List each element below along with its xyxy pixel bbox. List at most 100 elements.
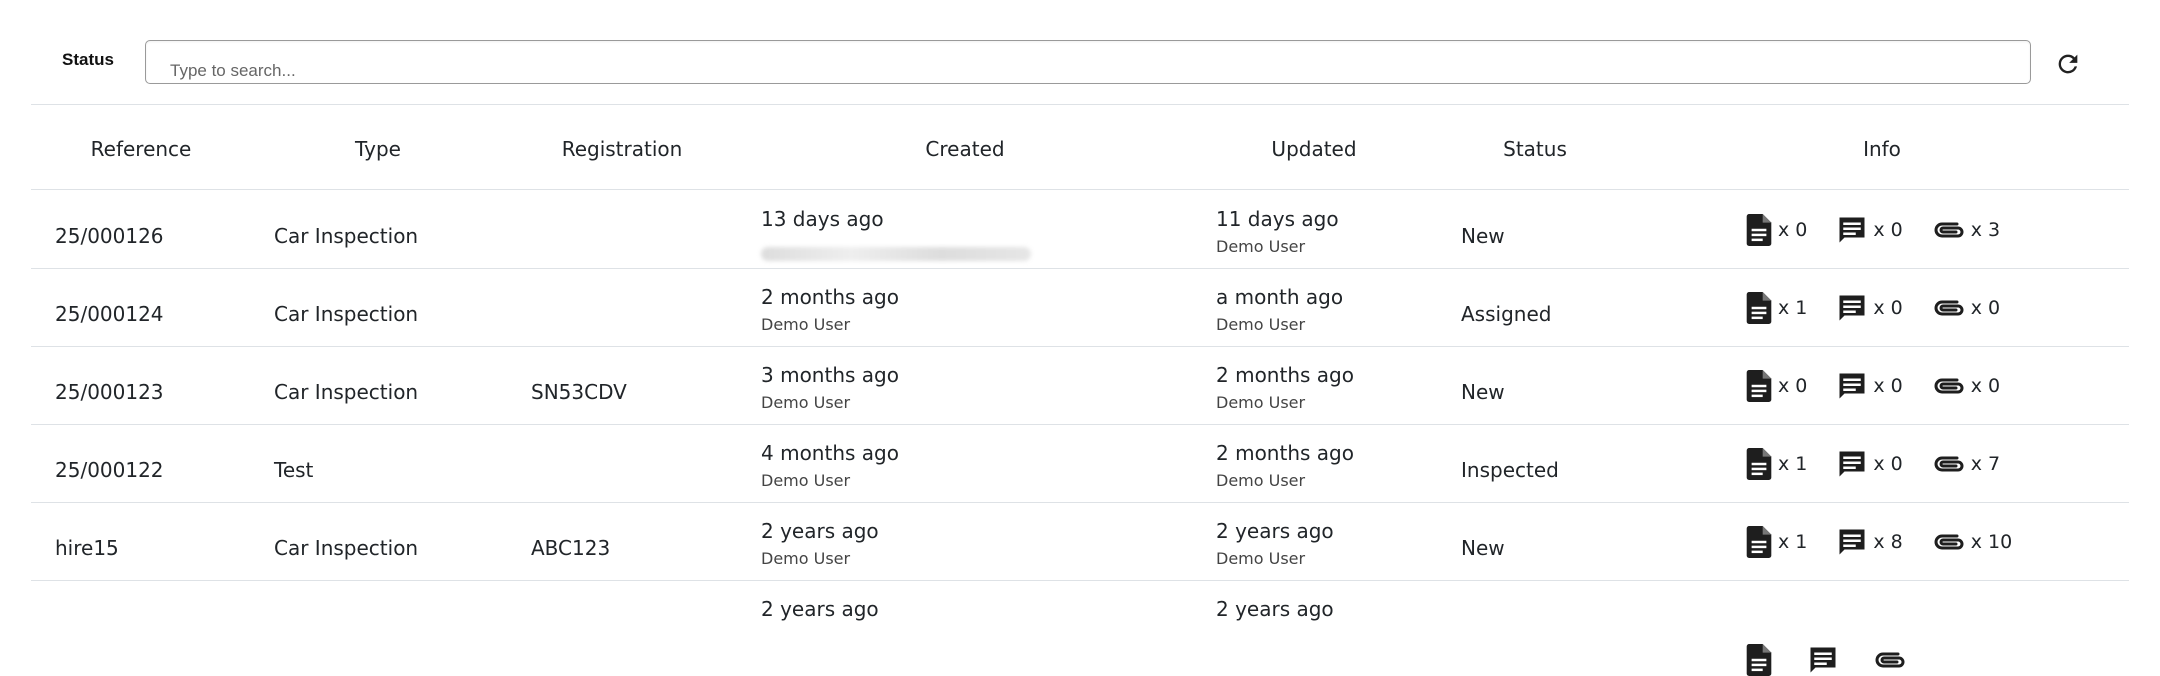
table-row[interactable]: 25/000123 Car Inspection SN53CDV 3 month…	[31, 346, 2129, 424]
comments-count[interactable]: x 0	[1837, 371, 1903, 401]
col-registration[interactable]: Registration	[562, 137, 683, 161]
attachments-count[interactable]: x 10	[1933, 531, 2012, 553]
comments-count[interactable]	[1808, 645, 1844, 675]
col-reference[interactable]: Reference	[91, 137, 192, 161]
attachments-count-label: x 3	[1970, 219, 2001, 241]
info-cell: x 0 x 0 x 3	[1746, 214, 2030, 246]
updated-cell: 2 months ago Demo User	[1216, 441, 1354, 490]
status-cell: Inspected	[1461, 458, 1559, 482]
created-by	[761, 237, 1031, 265]
document-icon	[1746, 644, 1772, 676]
attachments-count[interactable]: x 0	[1933, 375, 2000, 397]
paperclip-icon	[1933, 219, 1965, 241]
type-cell: Car Inspection	[274, 302, 419, 326]
reference-cell: hire15	[55, 536, 119, 560]
updated-cell: 11 days ago Demo User	[1216, 207, 1339, 256]
comments-count[interactable]: x 0	[1837, 449, 1903, 479]
attachments-count[interactable]	[1874, 649, 1912, 671]
updated-by: Demo User	[1216, 237, 1306, 256]
docs-count-label: x 0	[1778, 219, 1808, 241]
created-by: Demo User	[761, 549, 851, 568]
status-filter-label: Status	[62, 50, 114, 69]
updated-cell: 2 years ago	[1216, 597, 1334, 627]
table-row[interactable]: 25/000126 Car Inspection 13 days ago 11 …	[31, 190, 2129, 268]
comments-count[interactable]: x 0	[1837, 215, 1903, 245]
document-icon	[1746, 292, 1772, 324]
created-by: Demo User	[761, 393, 851, 412]
refresh-button[interactable]	[2052, 48, 2084, 80]
updated-time: 2 months ago	[1216, 363, 1354, 387]
comments-count-label: x 0	[1873, 375, 1903, 397]
comments-count-label: x 0	[1873, 453, 1903, 475]
updated-cell: 2 months ago Demo User	[1216, 363, 1354, 412]
col-status[interactable]: Status	[1503, 137, 1567, 161]
table-row[interactable]: 25/000122 Test 4 months ago Demo User 2 …	[31, 424, 2129, 502]
docs-count-label: x 1	[1778, 531, 1808, 553]
document-icon	[1746, 448, 1772, 480]
docs-count[interactable]: x 1	[1746, 526, 1807, 558]
reference-cell: 25/000124	[55, 302, 164, 326]
table-row[interactable]: hire15 Car Inspection ABC123 2 years ago…	[31, 502, 2129, 580]
updated-time: 11 days ago	[1216, 207, 1339, 231]
created-by: Demo User	[761, 471, 851, 490]
col-type[interactable]: Type	[355, 137, 401, 161]
created-cell: 13 days ago	[761, 207, 1031, 265]
status-cell: Assigned	[1461, 302, 1552, 326]
attachments-count-label: x 10	[1970, 531, 2013, 553]
updated-time: a month ago	[1216, 285, 1344, 309]
refresh-icon	[2054, 50, 2082, 78]
comment-icon	[1837, 527, 1867, 557]
inspections-panel: Status Reference Type Registration Creat…	[0, 0, 2160, 676]
status-cell: New	[1461, 380, 1505, 404]
comments-count-label: x 8	[1873, 531, 1903, 553]
created-time: 3 months ago	[761, 363, 899, 387]
attachments-count[interactable]: x 0	[1933, 297, 2000, 319]
filter-divider	[31, 104, 2129, 105]
docs-count[interactable]: x 0	[1746, 214, 1807, 246]
comment-icon	[1837, 293, 1867, 323]
created-time: 2 months ago	[761, 285, 899, 309]
docs-count[interactable]	[1746, 644, 1778, 676]
docs-count[interactable]: x 0	[1746, 370, 1807, 402]
type-cell: Car Inspection	[274, 536, 419, 560]
table-row[interactable]: 2 years ago 2 years ago	[31, 580, 2129, 676]
updated-by: Demo User	[1216, 549, 1306, 568]
created-cell: 4 months ago Demo User	[761, 441, 899, 490]
document-icon	[1746, 526, 1772, 558]
status-cell: New	[1461, 224, 1505, 248]
comment-icon	[1837, 371, 1867, 401]
paperclip-icon	[1933, 297, 1965, 319]
registration-cell: SN53CDV	[531, 380, 627, 404]
col-created[interactable]: Created	[925, 137, 1004, 161]
updated-by: Demo User	[1216, 393, 1306, 412]
created-time: 2 years ago	[761, 519, 879, 543]
attachments-count[interactable]: x 7	[1933, 453, 2000, 475]
comments-count-label: x 0	[1873, 297, 1903, 319]
table-row[interactable]: 25/000124 Car Inspection 2 months ago De…	[31, 268, 2129, 346]
info-cell: x 1 x 8 x 10	[1746, 526, 2042, 558]
comments-count-label: x 0	[1873, 219, 1903, 241]
updated-time: 2 years ago	[1216, 597, 1334, 621]
reference-cell: 25/000123	[55, 380, 164, 404]
col-updated[interactable]: Updated	[1271, 137, 1356, 161]
attachments-count[interactable]: x 3	[1933, 219, 2000, 241]
type-cell: Car Inspection	[274, 224, 419, 248]
created-cell: 2 years ago Demo User	[761, 519, 879, 568]
updated-cell: 2 years ago Demo User	[1216, 519, 1334, 568]
docs-count[interactable]: x 1	[1746, 448, 1807, 480]
redacted-user	[761, 247, 1031, 261]
docs-count-label: x 0	[1778, 375, 1808, 397]
docs-count-label: x 1	[1778, 297, 1808, 319]
col-info: Info	[1863, 137, 1901, 161]
reference-cell: 25/000126	[55, 224, 164, 248]
created-time: 4 months ago	[761, 441, 899, 465]
comments-count[interactable]: x 8	[1837, 527, 1903, 557]
updated-by: Demo User	[1216, 315, 1306, 334]
comments-count[interactable]: x 0	[1837, 293, 1903, 323]
updated-time: 2 years ago	[1216, 519, 1334, 543]
created-time: 2 years ago	[761, 597, 879, 621]
created-cell: 3 months ago Demo User	[761, 363, 899, 412]
status-search-input[interactable]	[145, 40, 2031, 84]
docs-count[interactable]: x 1	[1746, 292, 1807, 324]
info-cell: x 1 x 0 x 0	[1746, 292, 2030, 324]
